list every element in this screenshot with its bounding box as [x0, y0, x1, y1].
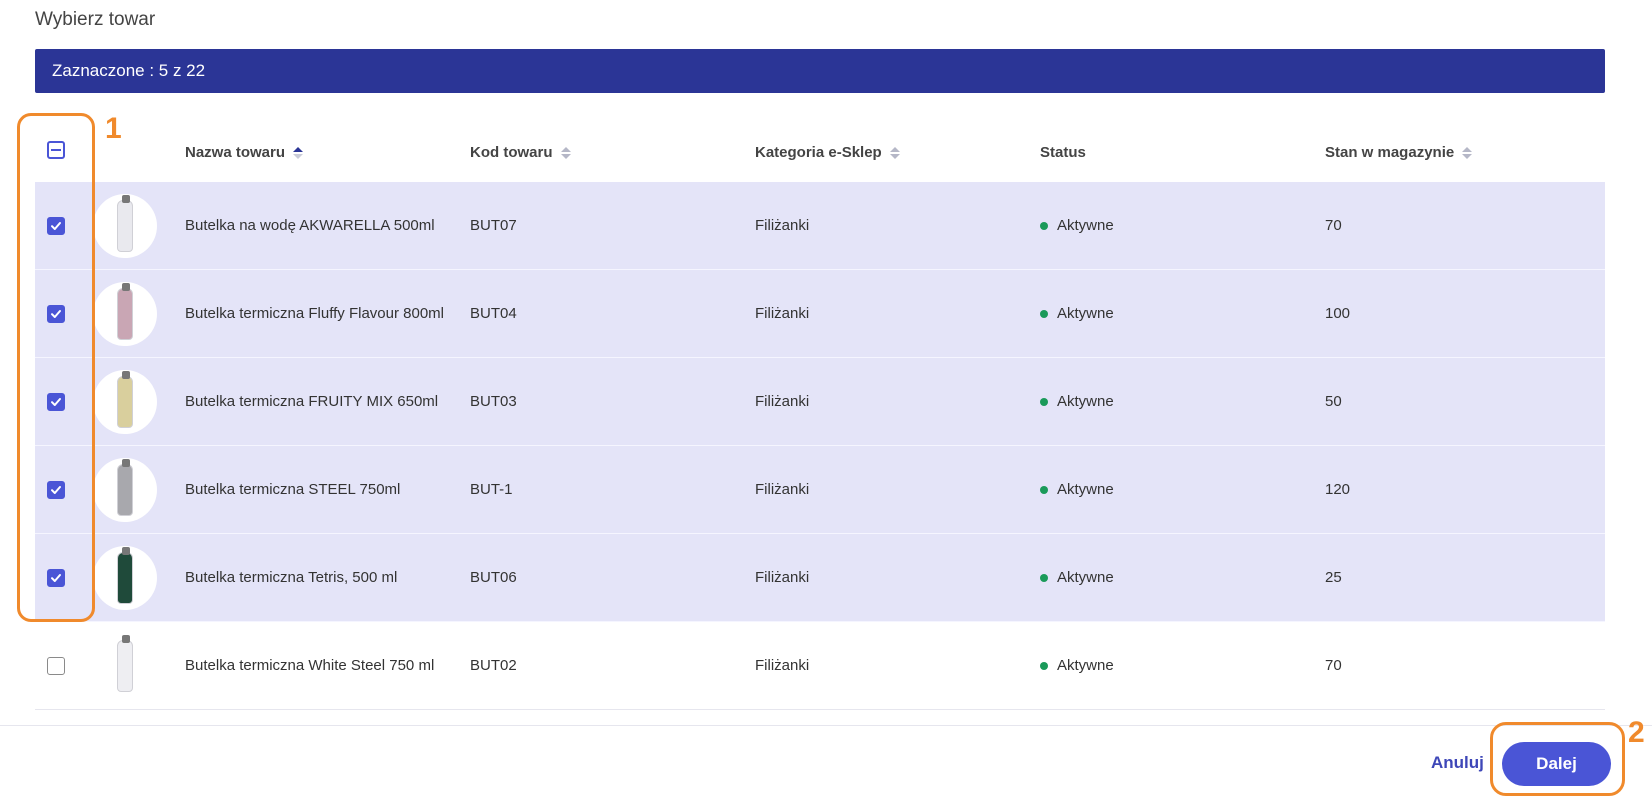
column-header-stock-label: Stan w magazynie	[1325, 144, 1455, 161]
column-header-code-label: Kod towaru	[470, 144, 553, 161]
product-category: Filiżanki	[755, 657, 810, 674]
column-header-name[interactable]: Nazwa towaru	[185, 144, 304, 161]
status-dot-icon	[1040, 397, 1048, 406]
row-select-cell	[47, 622, 65, 709]
table-row[interactable]: Butelka termiczna Tetris, 500 ml BUT06 F…	[35, 534, 1605, 622]
product-name: Butelka na wodę AKWARELLA 500ml	[185, 217, 435, 234]
annotation-label-2: 2	[1628, 716, 1645, 749]
status-cell: Aktywne	[1040, 622, 1114, 709]
product-table: Nazwa towaru Kod towaru Kategoria e-Skle…	[35, 117, 1605, 710]
status-dot-icon	[1040, 573, 1048, 582]
sort-asc-icon	[293, 146, 304, 159]
status-cell: Aktywne	[1040, 182, 1114, 269]
product-category: Filiżanki	[755, 305, 810, 322]
product-name: Butelka termiczna Fluffy Flavour 800ml	[185, 305, 444, 322]
status-badge: Aktywne	[1057, 481, 1114, 498]
footer-divider	[0, 725, 1652, 726]
highlight-frame-checkboxes	[17, 113, 95, 622]
bottle-icon	[117, 370, 133, 428]
product-thumbnail	[93, 281, 157, 346]
stock-value: 70	[1325, 217, 1342, 234]
product-code: BUT02	[470, 657, 517, 674]
bottle-icon	[117, 282, 133, 340]
sort-icon	[560, 146, 571, 159]
status-dot-icon	[1040, 221, 1048, 230]
status-dot-icon	[1040, 309, 1048, 318]
cancel-button[interactable]: Anuluj	[1431, 753, 1484, 773]
product-category: Filiżanki	[755, 217, 810, 234]
sort-icon	[1462, 146, 1473, 159]
status-dot-icon	[1040, 485, 1048, 494]
product-code: BUT07	[470, 217, 517, 234]
status-cell: Aktywne	[1040, 534, 1114, 621]
product-category: Filiżanki	[755, 569, 810, 586]
bottle-icon	[117, 458, 133, 516]
bottle-icon	[117, 546, 133, 604]
product-code: BUT03	[470, 393, 517, 410]
thumbnail-cell	[93, 358, 157, 445]
table-row[interactable]: Butelka termiczna FRUITY MIX 650ml BUT03…	[35, 358, 1605, 446]
thumbnail-cell	[93, 622, 157, 709]
status-cell: Aktywne	[1040, 446, 1114, 533]
status-badge: Aktywne	[1057, 657, 1114, 674]
table-body: Butelka na wodę AKWARELLA 500ml BUT07 Fi…	[35, 182, 1605, 710]
stock-value: 25	[1325, 569, 1342, 586]
thumbnail-cell	[93, 446, 157, 533]
table-row[interactable]: Butelka termiczna White Steel 750 ml BUT…	[35, 622, 1605, 710]
product-category: Filiżanki	[755, 481, 810, 498]
table-row[interactable]: Butelka na wodę AKWARELLA 500ml BUT07 Fi…	[35, 182, 1605, 270]
dialog-title: Wybierz towar	[35, 9, 156, 30]
product-name: Butelka termiczna FRUITY MIX 650ml	[185, 393, 439, 410]
status-badge: Aktywne	[1057, 217, 1114, 234]
product-code: BUT-1	[470, 481, 513, 498]
column-header-status-label: Status	[1040, 144, 1086, 161]
status-badge: Aktywne	[1057, 393, 1114, 410]
product-thumbnail	[93, 457, 157, 522]
product-code: BUT06	[470, 569, 517, 586]
thumbnail-cell	[93, 534, 157, 621]
product-code: BUT04	[470, 305, 517, 322]
bottle-icon	[117, 634, 133, 692]
status-badge: Aktywne	[1057, 569, 1114, 586]
selection-banner: Zaznaczone : 5 z 22	[35, 49, 1605, 93]
annotation-label-1: 1	[105, 112, 122, 145]
column-header-code[interactable]: Kod towaru	[470, 144, 571, 161]
status-cell: Aktywne	[1040, 358, 1114, 445]
column-header-stock[interactable]: Stan w magazynie	[1325, 144, 1473, 161]
sort-icon	[889, 146, 900, 159]
product-thumbnail	[93, 369, 157, 434]
status-cell: Aktywne	[1040, 270, 1114, 357]
product-name: Butelka termiczna STEEL 750ml	[185, 481, 401, 498]
column-header-name-label: Nazwa towaru	[185, 144, 286, 161]
stock-value: 50	[1325, 393, 1342, 410]
column-header-category-label: Kategoria e-Sklep	[755, 144, 882, 161]
stock-value: 100	[1325, 305, 1351, 322]
thumbnail-cell	[93, 270, 157, 357]
product-thumbnail	[93, 633, 157, 698]
column-header-category[interactable]: Kategoria e-Sklep	[755, 144, 900, 161]
column-header-status: Status	[1040, 144, 1086, 161]
product-thumbnail	[93, 545, 157, 610]
table-header: Nazwa towaru Kod towaru Kategoria e-Skle…	[35, 117, 1605, 182]
highlight-frame-next	[1490, 722, 1625, 796]
product-name: Butelka termiczna Tetris, 500 ml	[185, 569, 398, 586]
table-row[interactable]: Butelka termiczna Fluffy Flavour 800ml B…	[35, 270, 1605, 358]
thumbnail-cell	[93, 182, 157, 269]
product-thumbnail	[93, 193, 157, 258]
product-category: Filiżanki	[755, 393, 810, 410]
status-dot-icon	[1040, 661, 1048, 670]
bottle-icon	[117, 194, 133, 252]
stock-value: 70	[1325, 657, 1342, 674]
table-row[interactable]: Butelka termiczna STEEL 750ml BUT-1 Fili…	[35, 446, 1605, 534]
stock-value: 120	[1325, 481, 1351, 498]
row-checkbox[interactable]	[47, 656, 65, 675]
status-badge: Aktywne	[1057, 305, 1114, 322]
product-name: Butelka termiczna White Steel 750 ml	[185, 657, 435, 674]
